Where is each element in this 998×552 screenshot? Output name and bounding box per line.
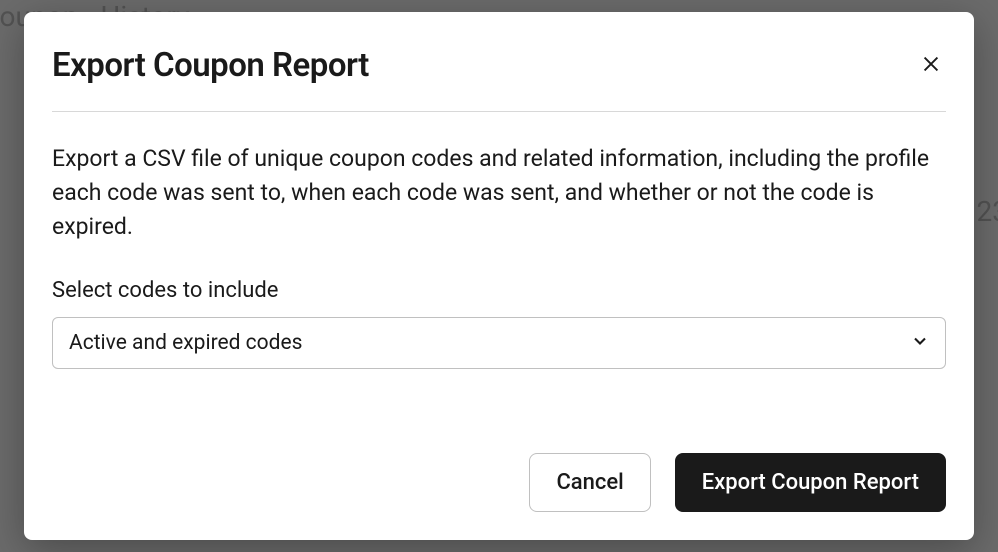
background-fragment: 23	[977, 195, 998, 228]
select-codes-wrapper: Active and expired codes	[52, 317, 946, 369]
select-codes-label: Select codes to include	[52, 278, 946, 303]
close-icon	[920, 53, 942, 78]
cancel-button[interactable]: Cancel	[529, 453, 650, 512]
select-codes-dropdown[interactable]: Active and expired codes	[52, 317, 946, 369]
divider	[52, 111, 946, 112]
export-button[interactable]: Export Coupon Report	[675, 453, 946, 512]
export-coupon-report-modal: Export Coupon Report Export a CSV file o…	[24, 12, 974, 540]
modal-header: Export Coupon Report	[52, 46, 946, 85]
modal-description: Export a CSV file of unique coupon codes…	[52, 142, 946, 244]
modal-footer: Cancel Export Coupon Report	[52, 453, 946, 512]
close-button[interactable]	[916, 49, 946, 82]
modal-title: Export Coupon Report	[52, 46, 369, 85]
